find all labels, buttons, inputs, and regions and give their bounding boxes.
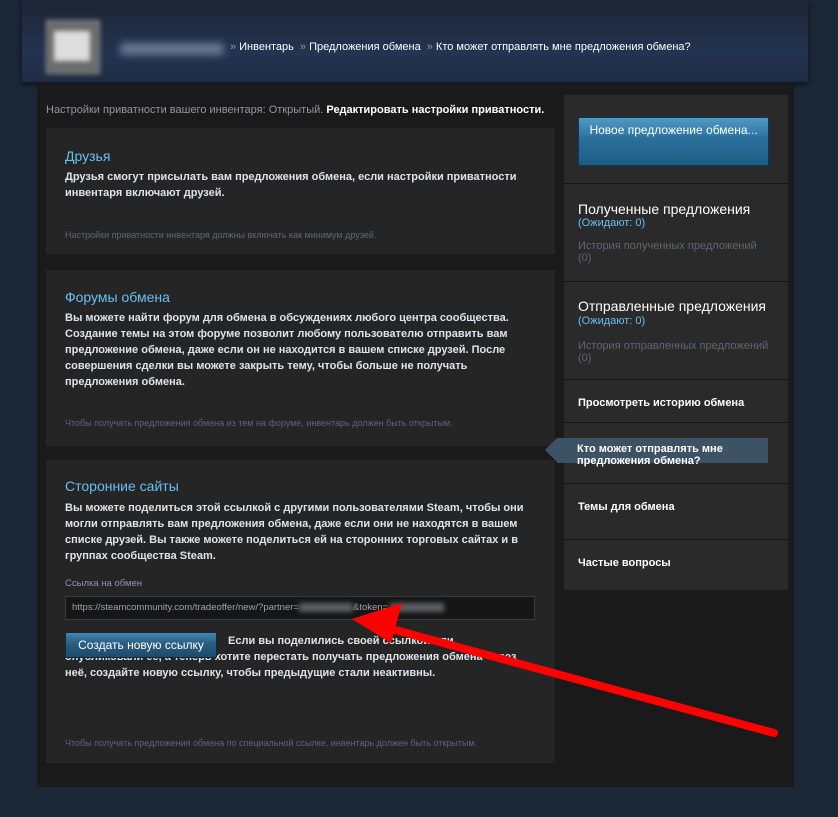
partner-id-blurred — [298, 602, 353, 612]
friends-note: Настройки приватности инвентаря должны в… — [65, 230, 377, 240]
third-party-note: Чтобы получать предложения обмена по спе… — [65, 738, 478, 748]
privacy-status: Настройки приватности вашего инвентаря: … — [46, 104, 544, 116]
new-trade-offer-button[interactable]: Новое предложение обмена... — [578, 117, 769, 166]
privacy-text: Настройки приватности вашего инвентаря: … — [46, 104, 324, 116]
sidebar-divider — [564, 539, 788, 540]
trade-forums-description: Вы можете найти форум для обмена в обсуж… — [65, 312, 509, 388]
sent-pending[interactable]: (Ожидают: 0) — [578, 315, 645, 327]
sidebar-divider — [564, 379, 788, 380]
friends-title: Друзья — [65, 148, 111, 164]
who-can-send-offers-item[interactable]: Кто может отправлять мне предложения обм… — [545, 438, 768, 467]
trade-url-token-label: &token= — [352, 602, 389, 613]
sidebar-divider — [564, 281, 788, 282]
trade-link-label: Ссылка на обмен — [65, 578, 143, 589]
breadcrumb-separator: » — [299, 41, 307, 53]
page-header: » Инвентарь » Предложения обмена » Кто може… — [22, 0, 808, 82]
breadcrumb-inventory[interactable]: Инвентарь — [239, 41, 294, 53]
trade-forums-title: Форумы обмена — [65, 289, 170, 305]
username-blurred[interactable] — [120, 43, 224, 55]
received-offers-link[interactable]: Полученные предложения — [578, 201, 750, 217]
sidebar: Новое предложение обмена... Полученные п… — [563, 94, 789, 591]
sent-history-link[interactable]: История отправленных предложений (0) — [578, 340, 773, 364]
who-can-send-offers-label: Кто может отправлять мне предложения обм… — [577, 443, 723, 467]
sidebar-divider — [564, 483, 788, 484]
third-party-description: Вы можете поделиться этой ссылкой с друг… — [65, 502, 524, 562]
received-pending[interactable]: (Ожидают: 0) — [578, 217, 645, 229]
friends-description: Друзья смогут присылать вам предложения … — [65, 171, 517, 199]
faq-link[interactable]: Частые вопросы — [578, 557, 671, 569]
view-trade-history-link[interactable]: Просмотреть историю обмена — [578, 397, 744, 409]
third-party-panel: Сторонние сайты Вы можете поделиться это… — [46, 460, 555, 763]
third-party-title: Сторонние сайты — [65, 478, 179, 494]
avatar[interactable] — [46, 20, 100, 74]
breadcrumb-current: Кто может отправлять мне предложения обм… — [435, 41, 691, 53]
friends-panel: Друзья Друзья смогут присылать вам предл… — [46, 128, 555, 254]
breadcrumb-trade-offers[interactable]: Предложения обмена — [309, 41, 421, 53]
breadcrumb: » Инвентарь » Предложения обмена » Кто може… — [227, 41, 691, 53]
trade-forums-note: Чтобы получать предложения обмена из тем… — [65, 418, 453, 428]
create-new-link-button[interactable]: Создать новую ссылку — [65, 632, 217, 658]
edit-privacy-link[interactable]: Редактировать настройки приватности. — [326, 104, 544, 116]
breadcrumb-separator: » — [230, 41, 237, 53]
active-pointer — [545, 438, 557, 462]
sidebar-divider — [564, 422, 788, 423]
trade-topics-link[interactable]: Темы для обмена — [578, 501, 675, 513]
trade-url-prefix: https://steamcommunity.com/tradeoffer/ne… — [72, 602, 299, 613]
token-blurred — [390, 602, 445, 612]
trade-url-field[interactable]: https://steamcommunity.com/tradeoffer/ne… — [65, 596, 535, 620]
received-history-link[interactable]: История полученных предложений (0) — [578, 240, 773, 264]
sent-offers-link[interactable]: Отправленные предложения — [578, 298, 766, 314]
breadcrumb-separator: » — [426, 41, 433, 53]
trade-forums-panel: Форумы обмена Вы можете найти форум для … — [46, 270, 555, 446]
sidebar-divider — [564, 183, 788, 184]
